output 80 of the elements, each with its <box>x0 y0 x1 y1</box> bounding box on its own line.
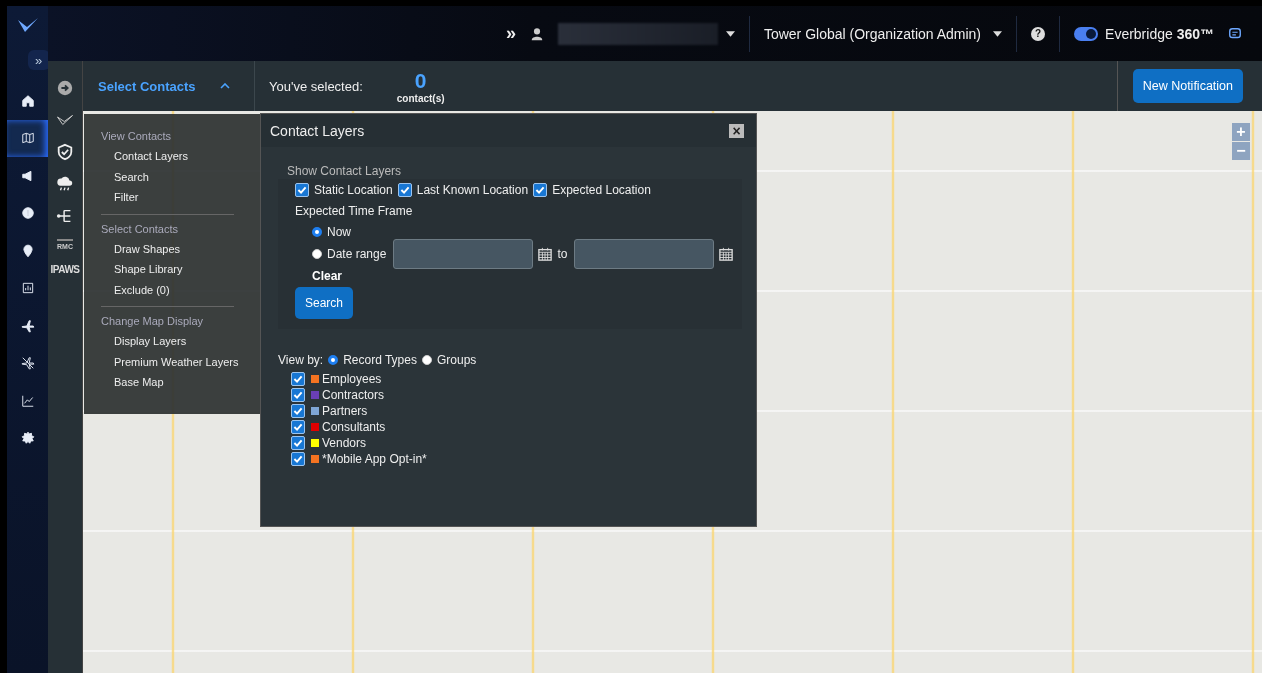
rain-cloud-icon[interactable] <box>56 175 74 193</box>
checkbox[interactable] <box>291 436 305 450</box>
checkbox-label: Last Known Location <box>416 183 529 197</box>
menu-item[interactable]: Search <box>101 166 260 187</box>
expand-rail-button[interactable]: » <box>27 50 50 70</box>
user-icon <box>529 26 544 41</box>
home-icon <box>20 93 35 108</box>
search-button[interactable]: Search <box>295 287 354 319</box>
report-icon <box>20 281 35 296</box>
menu-item[interactable]: Base Map <box>101 372 260 393</box>
start-date-field[interactable] <box>393 239 534 269</box>
count-unit: contact(s) <box>396 92 445 104</box>
checkbox-label: Static Location <box>314 183 393 197</box>
map-icon <box>20 131 35 146</box>
record-type-label: Vendors <box>322 436 367 450</box>
ipaws-link[interactable]: IPAWS <box>50 264 80 275</box>
range-separator: to <box>557 247 568 261</box>
radio-button[interactable] <box>312 249 322 259</box>
chart-icon <box>20 393 35 408</box>
menu-item[interactable]: Premium Weather Layers <box>101 351 260 372</box>
dialog-title: Contact Layers <box>270 122 365 139</box>
radio-button[interactable] <box>421 355 432 365</box>
checkbox[interactable] <box>291 452 305 466</box>
time-frame-label: Expected Time Frame <box>295 204 413 218</box>
radio-button[interactable] <box>312 227 322 237</box>
checkbox[interactable] <box>397 183 412 197</box>
menu-heading: Select Contacts <box>101 221 180 237</box>
new-notification-button[interactable]: New Notification <box>1132 69 1243 103</box>
checkbox[interactable] <box>291 372 305 386</box>
section-label: Show Contact Layers <box>287 163 403 179</box>
record-type-label: Employees <box>322 372 382 386</box>
radio-button[interactable] <box>328 355 339 365</box>
radio-label: Now <box>327 225 351 239</box>
map-placeholder[interactable] <box>83 111 1262 673</box>
menu-item[interactable]: Contact Layers <box>101 146 260 167</box>
product-name: Everbridge 360™ <box>1105 25 1214 42</box>
contact-count: 0 <box>414 68 427 93</box>
radio-label: Groups <box>436 353 477 367</box>
shield-icon[interactable] <box>56 143 74 161</box>
caret-icon[interactable] <box>725 30 735 37</box>
calendar-icon[interactable] <box>538 247 553 261</box>
arrow-circle-icon[interactable] <box>56 79 74 97</box>
checkbox-label: Expected Location <box>552 183 651 197</box>
menu-item[interactable]: Shape Library <box>101 259 260 280</box>
caret-icon <box>993 30 1003 37</box>
record-type-label: Partners <box>322 404 368 418</box>
menu-item[interactable]: Filter <box>101 187 260 208</box>
view-by-label: View by: <box>278 353 324 367</box>
checkbox[interactable] <box>291 404 305 418</box>
menu-item[interactable]: Exclude (0) <box>101 279 260 300</box>
chevron-icon <box>220 83 230 89</box>
chat-icon[interactable] <box>1228 26 1242 41</box>
selected-label: You've selected: <box>269 78 363 94</box>
organization-dropdown[interactable]: Tower Global (Organization Admin) <box>763 25 1003 42</box>
plane-icon <box>20 318 35 333</box>
checkbox[interactable] <box>291 420 305 434</box>
settings-icon <box>20 431 35 446</box>
expand-button[interactable]: » <box>505 23 516 44</box>
radio-label: Record Types <box>343 353 417 367</box>
menu-heading: View Contacts <box>101 129 173 144</box>
nav-item[interactable] <box>7 119 48 157</box>
menu-item[interactable]: Draw Shapes <box>101 238 260 259</box>
clear-link[interactable]: Clear <box>312 269 343 283</box>
calendar-icon[interactable] <box>719 247 734 261</box>
record-type-label: Consultants <box>322 420 386 434</box>
record-type-label: Contractors <box>322 388 385 402</box>
checkbox[interactable] <box>295 183 309 197</box>
plane-off-icon <box>20 356 35 371</box>
end-date-field[interactable] <box>574 239 715 269</box>
checkbox[interactable] <box>533 183 548 197</box>
close-button[interactable]: × <box>729 123 744 138</box>
checkbox[interactable] <box>291 388 305 402</box>
help-button[interactable]: ? <box>1031 26 1046 41</box>
toggle-switch[interactable] <box>1074 26 1099 41</box>
menu-heading: Change Map Display <box>101 314 205 329</box>
megaphone-icon <box>20 168 35 183</box>
radio-label: Date range <box>327 247 387 261</box>
menu-item[interactable]: Display Layers <box>101 331 260 352</box>
record-type-label: *Mobile App Opt-in* <box>322 452 427 466</box>
pin-icon <box>20 243 35 258</box>
